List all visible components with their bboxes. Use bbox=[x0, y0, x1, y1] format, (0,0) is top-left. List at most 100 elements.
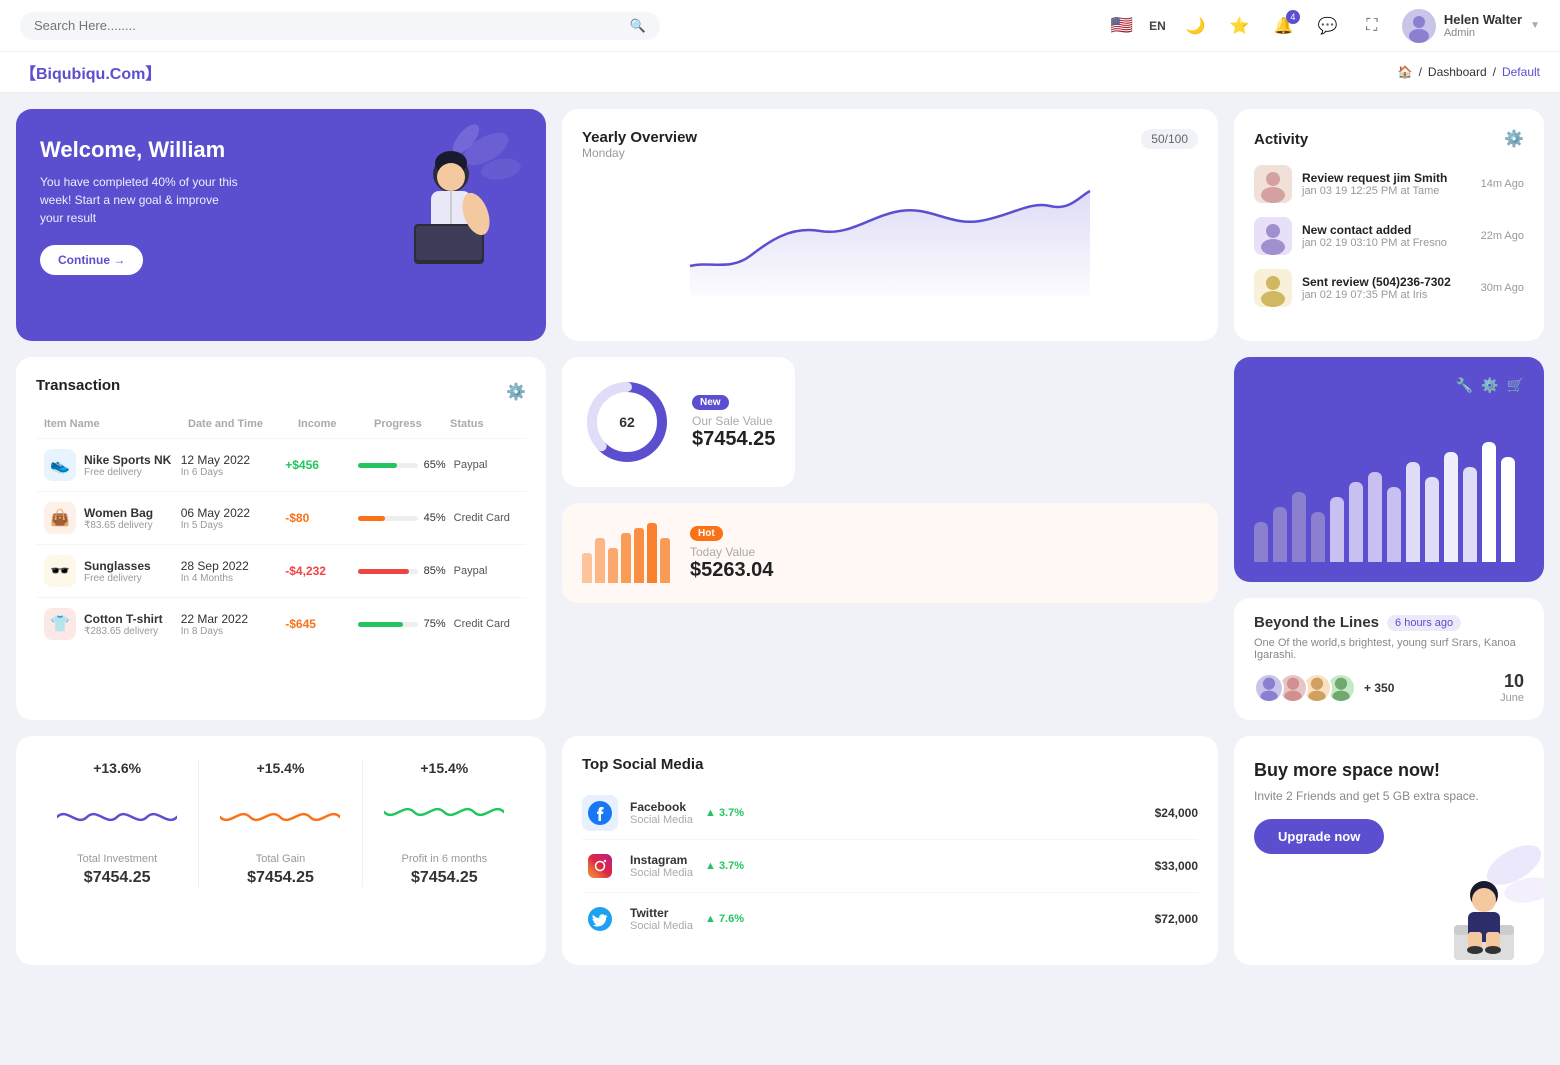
mini-stat-val-0: $7454.25 bbox=[46, 869, 188, 887]
social-type-1: Social Media bbox=[630, 867, 693, 879]
nav-right: 🇺🇸 EN 🌙 ⭐ 🔔 4 💬 ⛶ Helen Walter Admin ▼ bbox=[1111, 9, 1540, 43]
sale-stack: 62 New Our Sale Value $7454.25 Hot Toda bbox=[562, 357, 1218, 720]
social-pct-1: ▲ 3.7% bbox=[705, 860, 744, 872]
home-icon[interactable]: 🏠 bbox=[1398, 65, 1413, 79]
upgrade-button[interactable]: Upgrade now bbox=[1254, 819, 1384, 854]
table-row: 👜 Women Bag ₹83.65 delivery 06 May 2022 … bbox=[36, 491, 526, 544]
search-input[interactable] bbox=[34, 18, 622, 33]
bar-chart-icon2[interactable]: ⚙️ bbox=[1481, 377, 1498, 394]
bar-4 bbox=[1330, 497, 1344, 562]
beyond-card: Beyond the Lines 6 hours ago One Of the … bbox=[1234, 598, 1544, 720]
social-type-2: Social Media bbox=[630, 920, 693, 932]
activity-sub-0: jan 03 19 12:25 PM at Tame bbox=[1302, 185, 1471, 197]
user-role: Admin bbox=[1444, 27, 1522, 39]
table-row: 👕 Cotton T-shirt ₹283.65 delivery 22 Mar… bbox=[36, 597, 526, 650]
breadcrumb: 🏠 / Dashboard / Default bbox=[1398, 65, 1540, 79]
notification-icon[interactable]: 🔔 4 bbox=[1270, 12, 1298, 40]
activity-title-1: New contact added bbox=[1302, 223, 1471, 237]
item-name-0: Nike Sports NK bbox=[84, 453, 171, 467]
social-title: Top Social Media bbox=[582, 756, 1198, 773]
wave-chart-1 bbox=[220, 792, 340, 842]
message-icon[interactable]: 💬 bbox=[1314, 12, 1342, 40]
mini-stats-card: +13.6% Total Investment $7454.25 +15.4% … bbox=[16, 736, 546, 965]
yearly-chart bbox=[582, 176, 1198, 296]
instagram-icon bbox=[582, 848, 618, 884]
continue-button[interactable]: Continue → bbox=[40, 245, 143, 275]
item-date-sub-2: In 4 Months bbox=[181, 573, 278, 584]
transaction-settings-icon[interactable]: ⚙️ bbox=[506, 382, 526, 402]
item-sub-1: ₹83.65 delivery bbox=[84, 520, 153, 531]
wave-chart-0 bbox=[57, 792, 177, 842]
bar-5 bbox=[1349, 482, 1363, 562]
item-status-3: Credit Card bbox=[454, 618, 518, 630]
item-date-sub-3: In 8 Days bbox=[181, 626, 278, 637]
item-icon-3: 👕 bbox=[44, 608, 76, 640]
activity-title-0: Review request jim Smith bbox=[1302, 171, 1471, 185]
sale-value-amount: $7454.25 bbox=[692, 428, 775, 451]
social-type-0: Social Media bbox=[630, 814, 693, 826]
item-date-1: 06 May 2022 bbox=[181, 506, 278, 520]
bar-chart-card: 🔧 ⚙️ 🛒 bbox=[1234, 357, 1544, 582]
mini-stat-pct-0: +13.6% bbox=[46, 760, 188, 776]
new-badge: New bbox=[692, 395, 729, 410]
mini-stat-val-1: $7454.25 bbox=[209, 869, 351, 887]
item-sub-2: Free delivery bbox=[84, 573, 151, 584]
social-card: Top Social Media Facebook Social Media ▲… bbox=[562, 736, 1218, 965]
theme-toggle-icon[interactable]: 🌙 bbox=[1182, 12, 1210, 40]
col-progress: Progress bbox=[374, 418, 442, 430]
item-icon-0: 👟 bbox=[44, 449, 76, 481]
language-label[interactable]: EN bbox=[1149, 19, 1166, 33]
item-sub-3: ₹283.65 delivery bbox=[84, 626, 163, 637]
social-row-0: Facebook Social Media ▲ 3.7% $24,000 bbox=[582, 787, 1198, 840]
bar-7 bbox=[1387, 487, 1401, 562]
social-name-2: Twitter bbox=[630, 906, 693, 920]
donut-chart: 62 bbox=[582, 377, 672, 467]
bar-6 bbox=[1368, 472, 1382, 562]
user-area[interactable]: Helen Walter Admin ▼ bbox=[1402, 9, 1540, 43]
activity-time-0: 14m Ago bbox=[1481, 178, 1524, 190]
activity-item-1: New contact added jan 02 19 03:10 PM at … bbox=[1254, 217, 1524, 255]
transaction-title: Transaction bbox=[36, 377, 120, 394]
item-income-3: -$645 bbox=[285, 617, 349, 631]
welcome-illustration bbox=[346, 119, 526, 289]
social-amt-2: $72,000 bbox=[1155, 912, 1198, 926]
right-col-stack: 🔧 ⚙️ 🛒 bbox=[1234, 357, 1544, 720]
col-item-name: Item Name bbox=[44, 418, 180, 430]
bar-chart-icon1[interactable]: 🔧 bbox=[1456, 377, 1473, 394]
beyond-event-date: 10 bbox=[1500, 671, 1524, 692]
breadcrumb-dashboard[interactable]: Dashboard bbox=[1428, 65, 1487, 79]
activity-card: Activity ⚙️ Review request jim Smith jan… bbox=[1234, 109, 1544, 341]
col-status: Status bbox=[450, 418, 518, 430]
donut-label: 62 bbox=[619, 414, 635, 430]
item-status-2: Paypal bbox=[454, 565, 518, 577]
buy-space-desc: Invite 2 Friends and get 5 GB extra spac… bbox=[1254, 789, 1524, 803]
chevron-down-icon: ▼ bbox=[1530, 20, 1540, 31]
today-value-amount: $5263.04 bbox=[690, 559, 773, 582]
mini-stat-label-2: Profit in 6 months bbox=[373, 853, 516, 865]
buy-space-title: Buy more space now! bbox=[1254, 760, 1524, 781]
star-icon[interactable]: ⭐ bbox=[1226, 12, 1254, 40]
mini-stat-pct-1: +15.4% bbox=[209, 760, 351, 776]
item-name-3: Cotton T-shirt bbox=[84, 612, 163, 626]
activity-item-2: Sent review (504)236-7302 jan 02 19 07:3… bbox=[1254, 269, 1524, 307]
beyond-desc: One Of the world,s brightest, young surf… bbox=[1254, 637, 1524, 661]
bar-chart-area bbox=[1254, 402, 1524, 562]
activity-settings-icon[interactable]: ⚙️ bbox=[1504, 129, 1524, 149]
bar-chart-icon3[interactable]: 🛒 bbox=[1507, 377, 1524, 394]
avatar bbox=[1402, 9, 1436, 43]
table-row: 🕶️ Sunglasses Free delivery 28 Sep 2022 … bbox=[36, 544, 526, 597]
bar-0 bbox=[1254, 522, 1268, 562]
search-box[interactable]: 🔍 bbox=[20, 12, 660, 40]
progress-cell-3: 75% bbox=[358, 618, 446, 630]
progress-cell-1: 45% bbox=[358, 512, 446, 524]
item-name-1: Women Bag bbox=[84, 506, 153, 520]
activity-avatar-2 bbox=[1254, 269, 1292, 307]
social-amt-0: $24,000 bbox=[1155, 806, 1198, 820]
item-income-1: -$80 bbox=[285, 511, 349, 525]
user-name: Helen Walter bbox=[1444, 12, 1522, 27]
expand-icon[interactable]: ⛶ bbox=[1358, 12, 1386, 40]
mini-stat-1: +15.4% Total Gain $7454.25 bbox=[199, 760, 362, 887]
yearly-overview-card: Yearly Overview Monday 50/100 bbox=[562, 109, 1218, 341]
mini-stat-val-2: $7454.25 bbox=[373, 869, 516, 887]
social-name-0: Facebook bbox=[630, 800, 693, 814]
